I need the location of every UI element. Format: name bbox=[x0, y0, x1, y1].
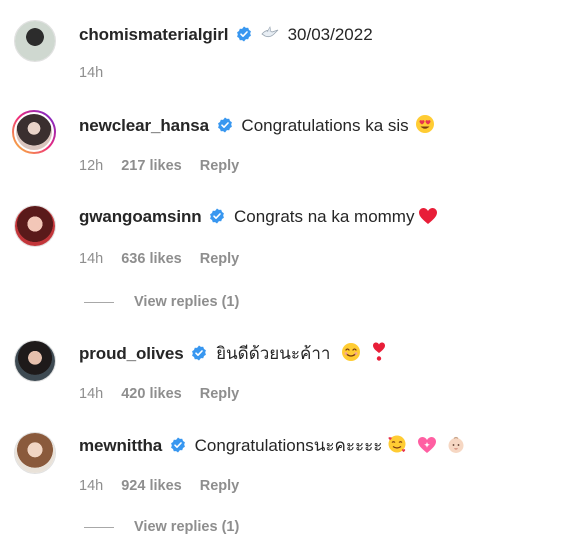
reply-button[interactable]: Reply bbox=[200, 478, 240, 494]
comment-likes[interactable]: 636 likes bbox=[121, 251, 181, 267]
avatar[interactable] bbox=[14, 432, 56, 474]
comment-time: 12h bbox=[79, 158, 104, 174]
sparkling-heart-emoji-icon bbox=[417, 437, 436, 453]
view-replies-button[interactable]: View replies (1) bbox=[84, 519, 239, 535]
comment-time: 14h bbox=[79, 65, 104, 81]
comment-text: Congratulations ka sis bbox=[241, 116, 409, 135]
comment-username[interactable]: chomismaterialgirl bbox=[79, 25, 228, 44]
comment-text: ยินดีด้วยนะค้าา bbox=[216, 344, 331, 363]
comment-text: 30/03/2022 bbox=[287, 25, 373, 44]
comment-username[interactable]: newclear_hansa bbox=[79, 116, 209, 135]
view-replies-label: View replies (1) bbox=[134, 294, 240, 310]
red-heart-emoji-icon bbox=[419, 208, 438, 224]
comment-time: 14h bbox=[79, 251, 104, 267]
comment-username[interactable]: mewnittha bbox=[79, 436, 162, 455]
avatar[interactable] bbox=[12, 110, 56, 154]
comment-time: 14h bbox=[79, 386, 104, 402]
smiling-face-with-hearts-emoji-icon bbox=[388, 435, 406, 453]
comment-text: Congrats na ka mommy bbox=[234, 207, 415, 226]
comment-username[interactable]: proud_olives bbox=[79, 344, 184, 363]
verified-badge-icon bbox=[217, 117, 232, 133]
smiling-face-emoji-icon bbox=[342, 343, 361, 361]
dove-emoji-icon bbox=[261, 26, 279, 38]
comment-username[interactable]: gwangoamsinn bbox=[79, 207, 202, 226]
divider-line bbox=[84, 301, 114, 303]
view-replies-label: View replies (1) bbox=[134, 519, 240, 535]
comment-text: Congratulationsนะคะะะะ bbox=[194, 436, 383, 455]
avatar[interactable] bbox=[14, 205, 56, 247]
comment-likes[interactable]: 217 likes bbox=[121, 158, 181, 174]
heart-eyes-emoji-icon bbox=[416, 115, 435, 133]
avatar[interactable] bbox=[14, 20, 56, 62]
verified-badge-icon bbox=[237, 26, 252, 42]
view-replies-button[interactable]: View replies (1) bbox=[84, 294, 239, 310]
comment-time: 14h bbox=[79, 478, 104, 494]
verified-badge-icon bbox=[192, 345, 207, 361]
verified-badge-icon bbox=[171, 437, 185, 453]
reply-button[interactable]: Reply bbox=[200, 158, 240, 174]
baby-emoji-icon bbox=[448, 436, 464, 453]
verified-badge-icon bbox=[210, 208, 225, 224]
comment-likes[interactable]: 924 likes bbox=[121, 478, 181, 494]
comment-likes[interactable]: 420 likes bbox=[121, 386, 181, 402]
reply-button[interactable]: Reply bbox=[200, 386, 240, 402]
avatar[interactable] bbox=[14, 340, 56, 382]
heart-exclamation-emoji-icon bbox=[372, 342, 385, 361]
reply-button[interactable]: Reply bbox=[200, 251, 240, 267]
